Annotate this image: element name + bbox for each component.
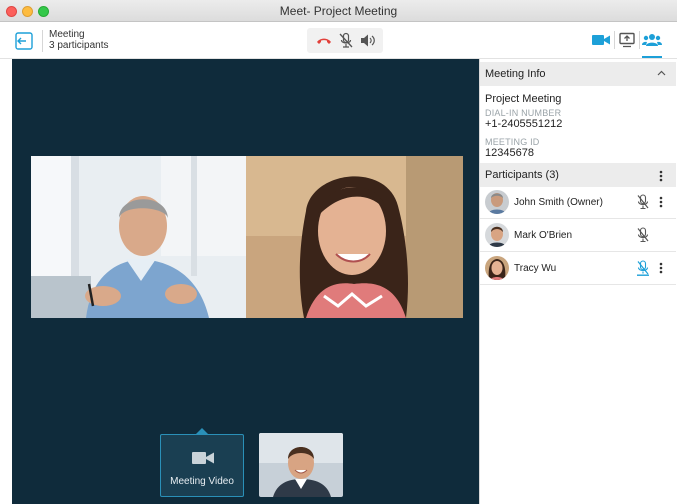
meeting-info-header[interactable]: Meeting Info (480, 62, 676, 86)
screen-share-icon[interactable] (617, 32, 637, 48)
participants-count: 3 participants (49, 40, 109, 51)
avatar (485, 223, 509, 247)
meeting-info-title: Meeting Info (485, 68, 546, 80)
leave-meeting-icon[interactable] (14, 31, 36, 51)
more-options-icon[interactable] (659, 196, 663, 208)
dial-in-number: +1-2405551212 (485, 118, 563, 130)
video-camera-icon (192, 452, 214, 464)
participant-name: John Smith (Owner) (514, 197, 603, 208)
speaker-icon[interactable] (359, 32, 377, 49)
video-camera-icon[interactable] (591, 32, 611, 48)
avatar (485, 256, 509, 280)
avatar (485, 190, 509, 214)
meeting-video-label: Meeting Video (170, 476, 234, 487)
participant-row[interactable]: Mark O'Brien (480, 220, 676, 252)
participant-row[interactable]: Tracy Wu (480, 253, 676, 285)
mic-active-icon[interactable] (636, 260, 650, 276)
participants-icon[interactable] (642, 32, 662, 48)
meeting-video-thumbnail[interactable]: Meeting Video (160, 434, 244, 497)
participant-video-feed[interactable] (246, 156, 463, 318)
video-stage: Meeting Video (12, 59, 479, 504)
end-call-icon[interactable] (315, 32, 333, 49)
chevron-up-icon[interactable] (657, 70, 666, 76)
participant-video-feed[interactable] (31, 156, 246, 318)
participant-row[interactable]: John Smith (Owner) (480, 187, 676, 219)
meeting-toolbar: Meeting 3 participants (0, 22, 677, 59)
window-titlebar: Meet- Project Meeting (0, 0, 677, 22)
toolbar-divider (42, 30, 43, 52)
more-options-icon[interactable] (659, 170, 663, 182)
dial-in-label: DIAL-IN NUMBER (485, 108, 562, 118)
mic-muted-icon[interactable] (636, 194, 650, 210)
more-options-icon[interactable] (659, 262, 663, 274)
mic-muted-icon[interactable] (636, 227, 650, 243)
participant-name: Mark O'Brien (514, 230, 573, 241)
toolbar-divider (614, 31, 615, 49)
participants-header[interactable]: Participants (3) (480, 163, 676, 187)
meeting-id: 12345678 (485, 147, 534, 159)
participant-name: Tracy Wu (514, 263, 557, 274)
call-controls (307, 28, 383, 53)
window-title: Meet- Project Meeting (279, 4, 398, 18)
side-panel: Meeting Info Project Meeting DIAL-IN NUM… (479, 59, 677, 504)
meeting-label: Meeting (49, 29, 85, 40)
participants-tab-indicator (642, 56, 662, 58)
toolbar-divider (639, 31, 640, 49)
meeting-id-label: MEETING ID (485, 137, 540, 147)
mic-muted-icon[interactable] (337, 32, 355, 49)
meeting-title: Project Meeting (485, 93, 562, 105)
participants-title: Participants (3) (485, 169, 559, 181)
self-view-thumbnail[interactable] (259, 433, 343, 497)
